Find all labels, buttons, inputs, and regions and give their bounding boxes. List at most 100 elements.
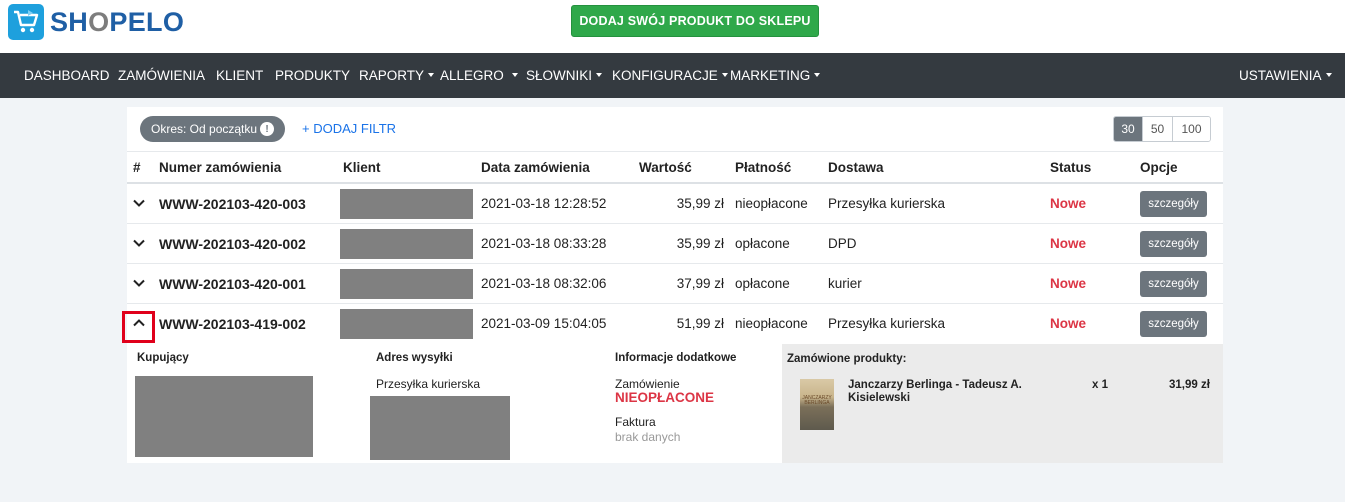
top-header: SHOPELO DODAJ SWÓJ PRODUKT DO SKLEPU (0, 0, 1345, 53)
nav-item-settings[interactable]: USTAWIENIA (1239, 68, 1332, 83)
col-client[interactable]: Klient (343, 160, 381, 175)
col-payment[interactable]: Płatność (735, 160, 791, 175)
page-size-30[interactable]: 30 (1114, 117, 1142, 141)
nav-label: RAPORTY (359, 68, 425, 83)
order-status: Nowe (1050, 236, 1087, 251)
col-options: Opcje (1140, 160, 1178, 175)
table-header: # Numer zamówienia Klient Data zamówieni… (127, 151, 1223, 184)
info-icon[interactable]: ! (260, 122, 274, 136)
delivery-method: DPD (828, 236, 857, 251)
nav-item-marketing[interactable]: MARKETING (730, 68, 821, 83)
caret-down-icon (721, 73, 728, 77)
invoice-value: brak danych (615, 430, 681, 444)
nav-label: ALLEGRO (440, 68, 504, 83)
product-thumbnail[interactable]: JANCZARZY BERLINGA (800, 379, 834, 430)
main-nav: DASHBOARD ZAMÓWIENIA KLIENT PRODUKTY RAP… (0, 53, 1345, 98)
order-status: Nowe (1050, 276, 1087, 291)
caret-down-icon (1325, 73, 1332, 77)
chevron-down-icon[interactable] (132, 276, 146, 290)
client-redacted (340, 309, 473, 339)
order-number: WWW-202103-420-003 (159, 196, 306, 212)
col-delivery[interactable]: Dostawa (828, 160, 884, 175)
order-value: 35,99 zł (676, 196, 724, 211)
period-filter-label: Okres: Od początku (151, 122, 258, 136)
details-button[interactable]: szczegóły (1140, 231, 1207, 257)
add-product-button[interactable]: DODAJ SWÓJ PRODUKT DO SKLEPU (571, 5, 819, 37)
order-date: 2021-03-18 08:33:28 (481, 236, 607, 251)
order-number: WWW-202103-420-001 (159, 276, 306, 292)
nav-label: KONFIGURACJE (612, 68, 718, 83)
order-number: WWW-202103-419-002 (159, 316, 306, 332)
page-size-50[interactable]: 50 (1142, 117, 1172, 141)
nav-label: MARKETING (730, 68, 811, 83)
buyer-title: Kupujący (137, 352, 189, 364)
nav-item-client[interactable]: KLIENT (216, 68, 263, 83)
delivery-method: Przesyłka kurierska (828, 316, 946, 331)
shipping-title: Adres wysyłki (376, 352, 453, 364)
chevron-down-icon[interactable] (132, 196, 146, 210)
table-row: WWW-202103-420-001 2021-03-18 08:32:06 3… (127, 264, 1223, 304)
cart-logo-icon (8, 4, 44, 40)
add-filter-link[interactable]: + DODAJ FILTR (302, 121, 396, 136)
order-number: WWW-202103-420-002 (159, 236, 306, 252)
nav-label: ZAMÓWIENIA (118, 68, 205, 83)
book-cover-text: JANCZARZY BERLINGA (802, 395, 832, 406)
details-button[interactable]: szczegóły (1140, 271, 1207, 297)
payment-status: nieopłacone (735, 316, 808, 331)
nav-label: KLIENT (216, 68, 264, 83)
nav-item-dashboard[interactable]: DASHBOARD (24, 68, 110, 83)
nav-item-allegro[interactable]: ALLEGRO (440, 68, 518, 83)
page-size-100[interactable]: 100 (1172, 117, 1210, 141)
col-date[interactable]: Data zamówienia (481, 160, 590, 175)
nav-item-orders[interactable]: ZAMÓWIENIA (118, 68, 205, 83)
nav-item-configuration[interactable]: KONFIGURACJE (612, 68, 728, 83)
logo-text: SHOPELO (50, 6, 185, 37)
client-redacted (340, 189, 473, 219)
products-title: Zamówione produkty: (787, 353, 907, 365)
caret-down-icon (511, 73, 518, 77)
nav-item-products[interactable]: PRODUKTY (275, 68, 350, 83)
payment-status: nieopłacone (735, 196, 808, 211)
invoice-label: Faktura (615, 415, 656, 429)
order-payment-status: NIEOPŁACONE (615, 390, 715, 405)
client-redacted (340, 229, 473, 259)
highlight-box (122, 311, 155, 343)
period-filter-pill[interactable]: Okres: Od początku ! (140, 116, 285, 142)
address-redacted (370, 396, 510, 460)
shopelo-logo[interactable]: SHOPELO (8, 4, 184, 40)
order-date: 2021-03-18 12:28:52 (481, 196, 607, 211)
caret-down-icon (814, 73, 821, 77)
order-status: Nowe (1050, 196, 1087, 211)
col-value[interactable]: Wartość (639, 160, 692, 175)
details-button[interactable]: szczegóły (1140, 311, 1207, 337)
client-redacted (340, 269, 473, 299)
orders-panel: Okres: Od początku ! + DODAJ FILTR 30 50… (122, 107, 1223, 463)
filter-bar: Okres: Od początku ! + DODAJ FILTR 30 50… (127, 107, 1223, 151)
info-title: Informacje dodatkowe (615, 352, 737, 364)
order-date: 2021-03-09 15:04:05 (481, 316, 607, 331)
order-date: 2021-03-18 08:32:06 (481, 276, 607, 291)
payment-status: opłacone (735, 236, 790, 251)
payment-status: opłacone (735, 276, 790, 291)
order-value: 37,99 zł (676, 276, 724, 291)
nav-item-reports[interactable]: RAPORTY (359, 68, 435, 83)
nav-label: SŁOWNIKI (526, 68, 593, 83)
caret-down-icon (596, 73, 603, 77)
table-row: WWW-202103-420-002 2021-03-18 08:33:28 3… (127, 224, 1223, 264)
page-size-selector: 30 50 100 (1113, 116, 1211, 142)
shipping-method: Przesyłka kurierska (376, 377, 481, 391)
order-label: Zamówienie (615, 377, 680, 391)
col-status[interactable]: Status (1050, 160, 1091, 175)
chevron-down-icon[interactable] (132, 236, 146, 250)
nav-item-dictionaries[interactable]: SŁOWNIKI (526, 68, 603, 83)
order-value: 51,99 zł (676, 316, 724, 331)
ordered-products: Zamówione produkty: JANCZARZY BERLINGA J… (782, 344, 1223, 463)
nav-label: USTAWIENIA (1239, 68, 1322, 83)
product-qty: x 1 (1092, 379, 1108, 391)
product-name[interactable]: Janczarzy Berlinga - Tadeusz A. Kisielew… (848, 379, 1048, 405)
delivery-method: Przesyłka kurierska (828, 196, 946, 211)
nav-label: PRODUKTY (275, 68, 351, 83)
col-hash: # (133, 160, 141, 175)
col-order-number[interactable]: Numer zamówienia (159, 160, 281, 175)
details-button[interactable]: szczegóły (1140, 191, 1207, 217)
